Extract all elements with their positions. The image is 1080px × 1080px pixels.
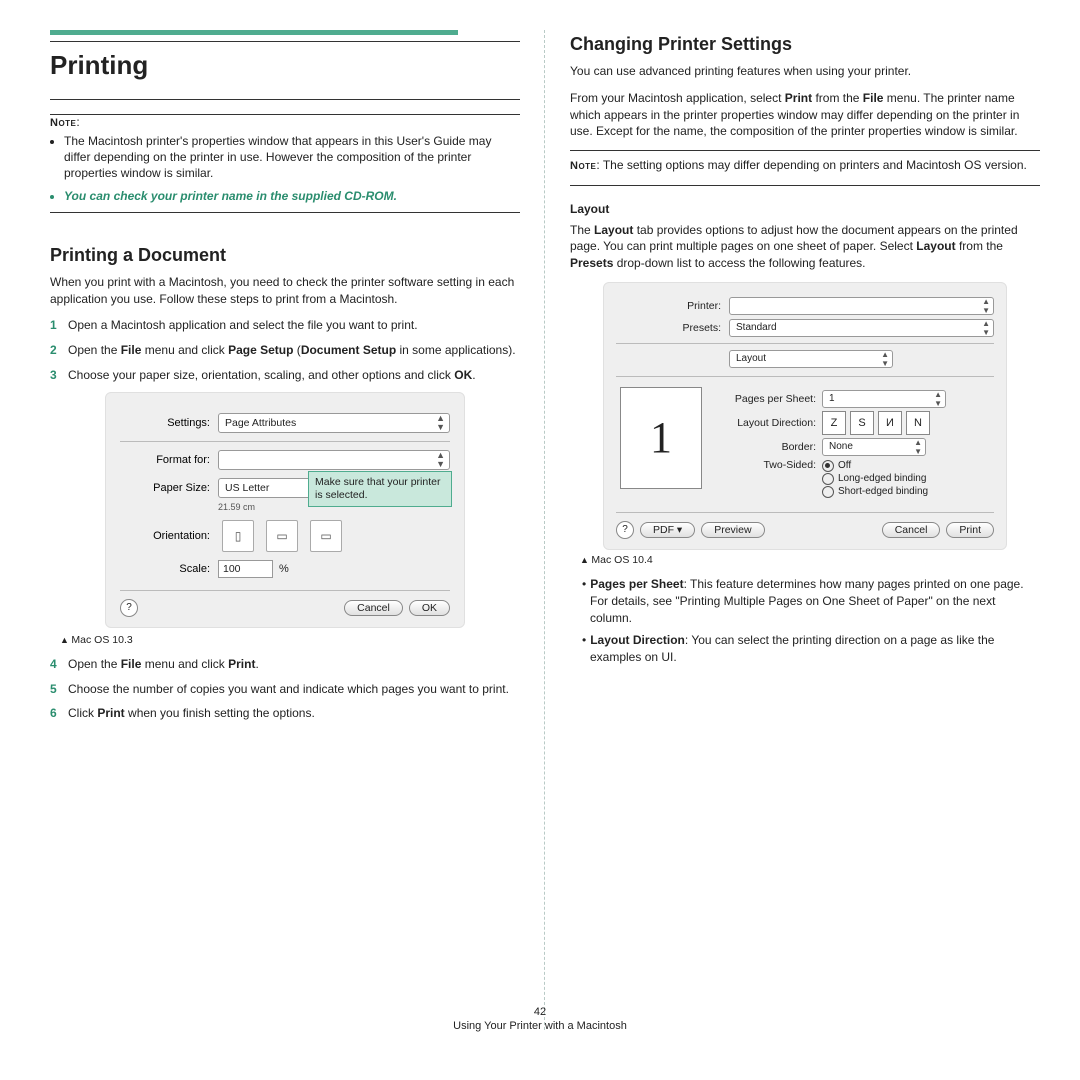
page-footer: 42 Using Your Printer with a Macintosh bbox=[0, 1006, 1080, 1032]
layout-direction-label: Layout Direction: bbox=[716, 417, 822, 429]
print-button[interactable]: Print bbox=[946, 522, 994, 538]
layout-preview: 1 bbox=[620, 387, 702, 489]
step-number: 5 bbox=[50, 681, 68, 698]
figure-caption: Mac OS 10.4 bbox=[580, 554, 1040, 566]
heading-printing: Printing bbox=[50, 50, 520, 81]
help-icon[interactable]: ? bbox=[120, 599, 138, 617]
section-select[interactable]: Layout▲▼ bbox=[729, 350, 893, 368]
border-label: Border: bbox=[716, 441, 822, 453]
orientation-portrait-icon[interactable]: ▯ bbox=[222, 520, 254, 552]
orientation-landscape-icon[interactable]: ▭ bbox=[266, 520, 298, 552]
percent-label: % bbox=[279, 563, 289, 575]
note-box: Note: The Macintosh printer's properties… bbox=[50, 115, 520, 204]
orientation-label: Orientation: bbox=[120, 530, 218, 542]
layout-direction-1-icon[interactable]: Z bbox=[822, 411, 846, 435]
step-text: Choose the number of copies you want and… bbox=[68, 681, 520, 698]
note-item-emphasis: You can check your printer name in the s… bbox=[64, 188, 520, 204]
pages-per-sheet-select[interactable]: 1▲▼ bbox=[822, 390, 946, 408]
paragraph: From your Macintosh application, select … bbox=[570, 90, 1040, 140]
paragraph: You can use advanced printing features w… bbox=[570, 63, 1040, 80]
preview-button[interactable]: Preview bbox=[701, 522, 764, 538]
footer-text: Using Your Printer with a Macintosh bbox=[0, 1020, 1080, 1032]
two-sided-long-radio[interactable]: Long-edged binding bbox=[822, 473, 928, 485]
step-text: Choose your paper size, orientation, sca… bbox=[68, 367, 520, 384]
format-for-select[interactable]: ▲▼ bbox=[218, 450, 450, 470]
layout-direction-2-icon[interactable]: S bbox=[850, 411, 874, 435]
step-number: 2 bbox=[50, 342, 68, 359]
cancel-button[interactable]: Cancel bbox=[882, 522, 941, 538]
border-select[interactable]: None▲▼ bbox=[822, 438, 926, 456]
paragraph: The Layout tab provides options to adjus… bbox=[570, 222, 1040, 272]
column-divider bbox=[544, 30, 546, 1030]
format-for-label: Format for: bbox=[120, 454, 218, 466]
note-item: The Macintosh printer's properties windo… bbox=[64, 133, 520, 182]
help-icon[interactable]: ? bbox=[616, 521, 634, 539]
step-text: Click Print when you finish setting the … bbox=[68, 705, 520, 722]
step-number: 6 bbox=[50, 705, 68, 722]
presets-select[interactable]: Standard▲▼ bbox=[729, 319, 994, 337]
pdf-button[interactable]: PDF ▾ bbox=[640, 522, 695, 538]
presets-label: Presets: bbox=[616, 322, 729, 334]
note-label: Note bbox=[50, 117, 76, 129]
figure-caption: Mac OS 10.3 bbox=[60, 634, 520, 646]
scale-input[interactable]: 100 bbox=[218, 560, 273, 578]
ok-button[interactable]: OK bbox=[409, 600, 450, 616]
settings-label: Settings: bbox=[120, 417, 218, 429]
page-setup-dialog: Settings:Page Attributes▲▼ Format for:▲▼… bbox=[105, 392, 465, 628]
note-paragraph: Note: The setting options may differ dep… bbox=[570, 157, 1040, 174]
step-text: Open the File menu and click Print. bbox=[68, 656, 520, 673]
print-layout-dialog: Printer:▲▼ Presets:Standard▲▼ Layout▲▼ 1… bbox=[603, 282, 1007, 550]
bullet-item: Pages per Sheet: This feature determines… bbox=[582, 576, 1040, 626]
step-number: 3 bbox=[50, 367, 68, 384]
intro-paragraph: When you print with a Macintosh, you nee… bbox=[50, 274, 520, 308]
callout-tip: Make sure that your printer is selected. bbox=[308, 471, 452, 507]
step-text: Open a Macintosh application and select … bbox=[68, 317, 520, 334]
two-sided-label: Two-Sided: bbox=[716, 459, 822, 471]
page-number: 42 bbox=[0, 1006, 1080, 1018]
heading-changing-settings: Changing Printer Settings bbox=[570, 34, 1040, 55]
paper-size-label: Paper Size: bbox=[120, 482, 218, 494]
rule bbox=[570, 185, 1040, 186]
rule bbox=[570, 150, 1040, 151]
layout-direction-3-icon[interactable]: И bbox=[878, 411, 902, 435]
orientation-landscape-flip-icon[interactable]: ▭ bbox=[310, 520, 342, 552]
rule bbox=[50, 41, 520, 42]
step-number: 4 bbox=[50, 656, 68, 673]
two-sided-off-radio[interactable]: Off bbox=[822, 460, 928, 472]
section-accent-bar bbox=[50, 30, 458, 35]
printer-select[interactable]: ▲▼ bbox=[729, 297, 994, 315]
step-text: Open the File menu and click Page Setup … bbox=[68, 342, 520, 359]
scale-label: Scale: bbox=[120, 563, 218, 575]
heading-layout: Layout bbox=[570, 202, 1040, 216]
bullet-item: Layout Direction: You can select the pri… bbox=[582, 632, 1040, 666]
heading-printing-document: Printing a Document bbox=[50, 245, 520, 266]
printer-label: Printer: bbox=[616, 300, 729, 312]
step-number: 1 bbox=[50, 317, 68, 334]
pages-per-sheet-label: Pages per Sheet: bbox=[716, 393, 822, 405]
layout-direction-4-icon[interactable]: N bbox=[906, 411, 930, 435]
cancel-button[interactable]: Cancel bbox=[344, 600, 403, 616]
settings-select[interactable]: Page Attributes▲▼ bbox=[218, 413, 450, 433]
two-sided-short-radio[interactable]: Short-edged binding bbox=[822, 486, 928, 498]
